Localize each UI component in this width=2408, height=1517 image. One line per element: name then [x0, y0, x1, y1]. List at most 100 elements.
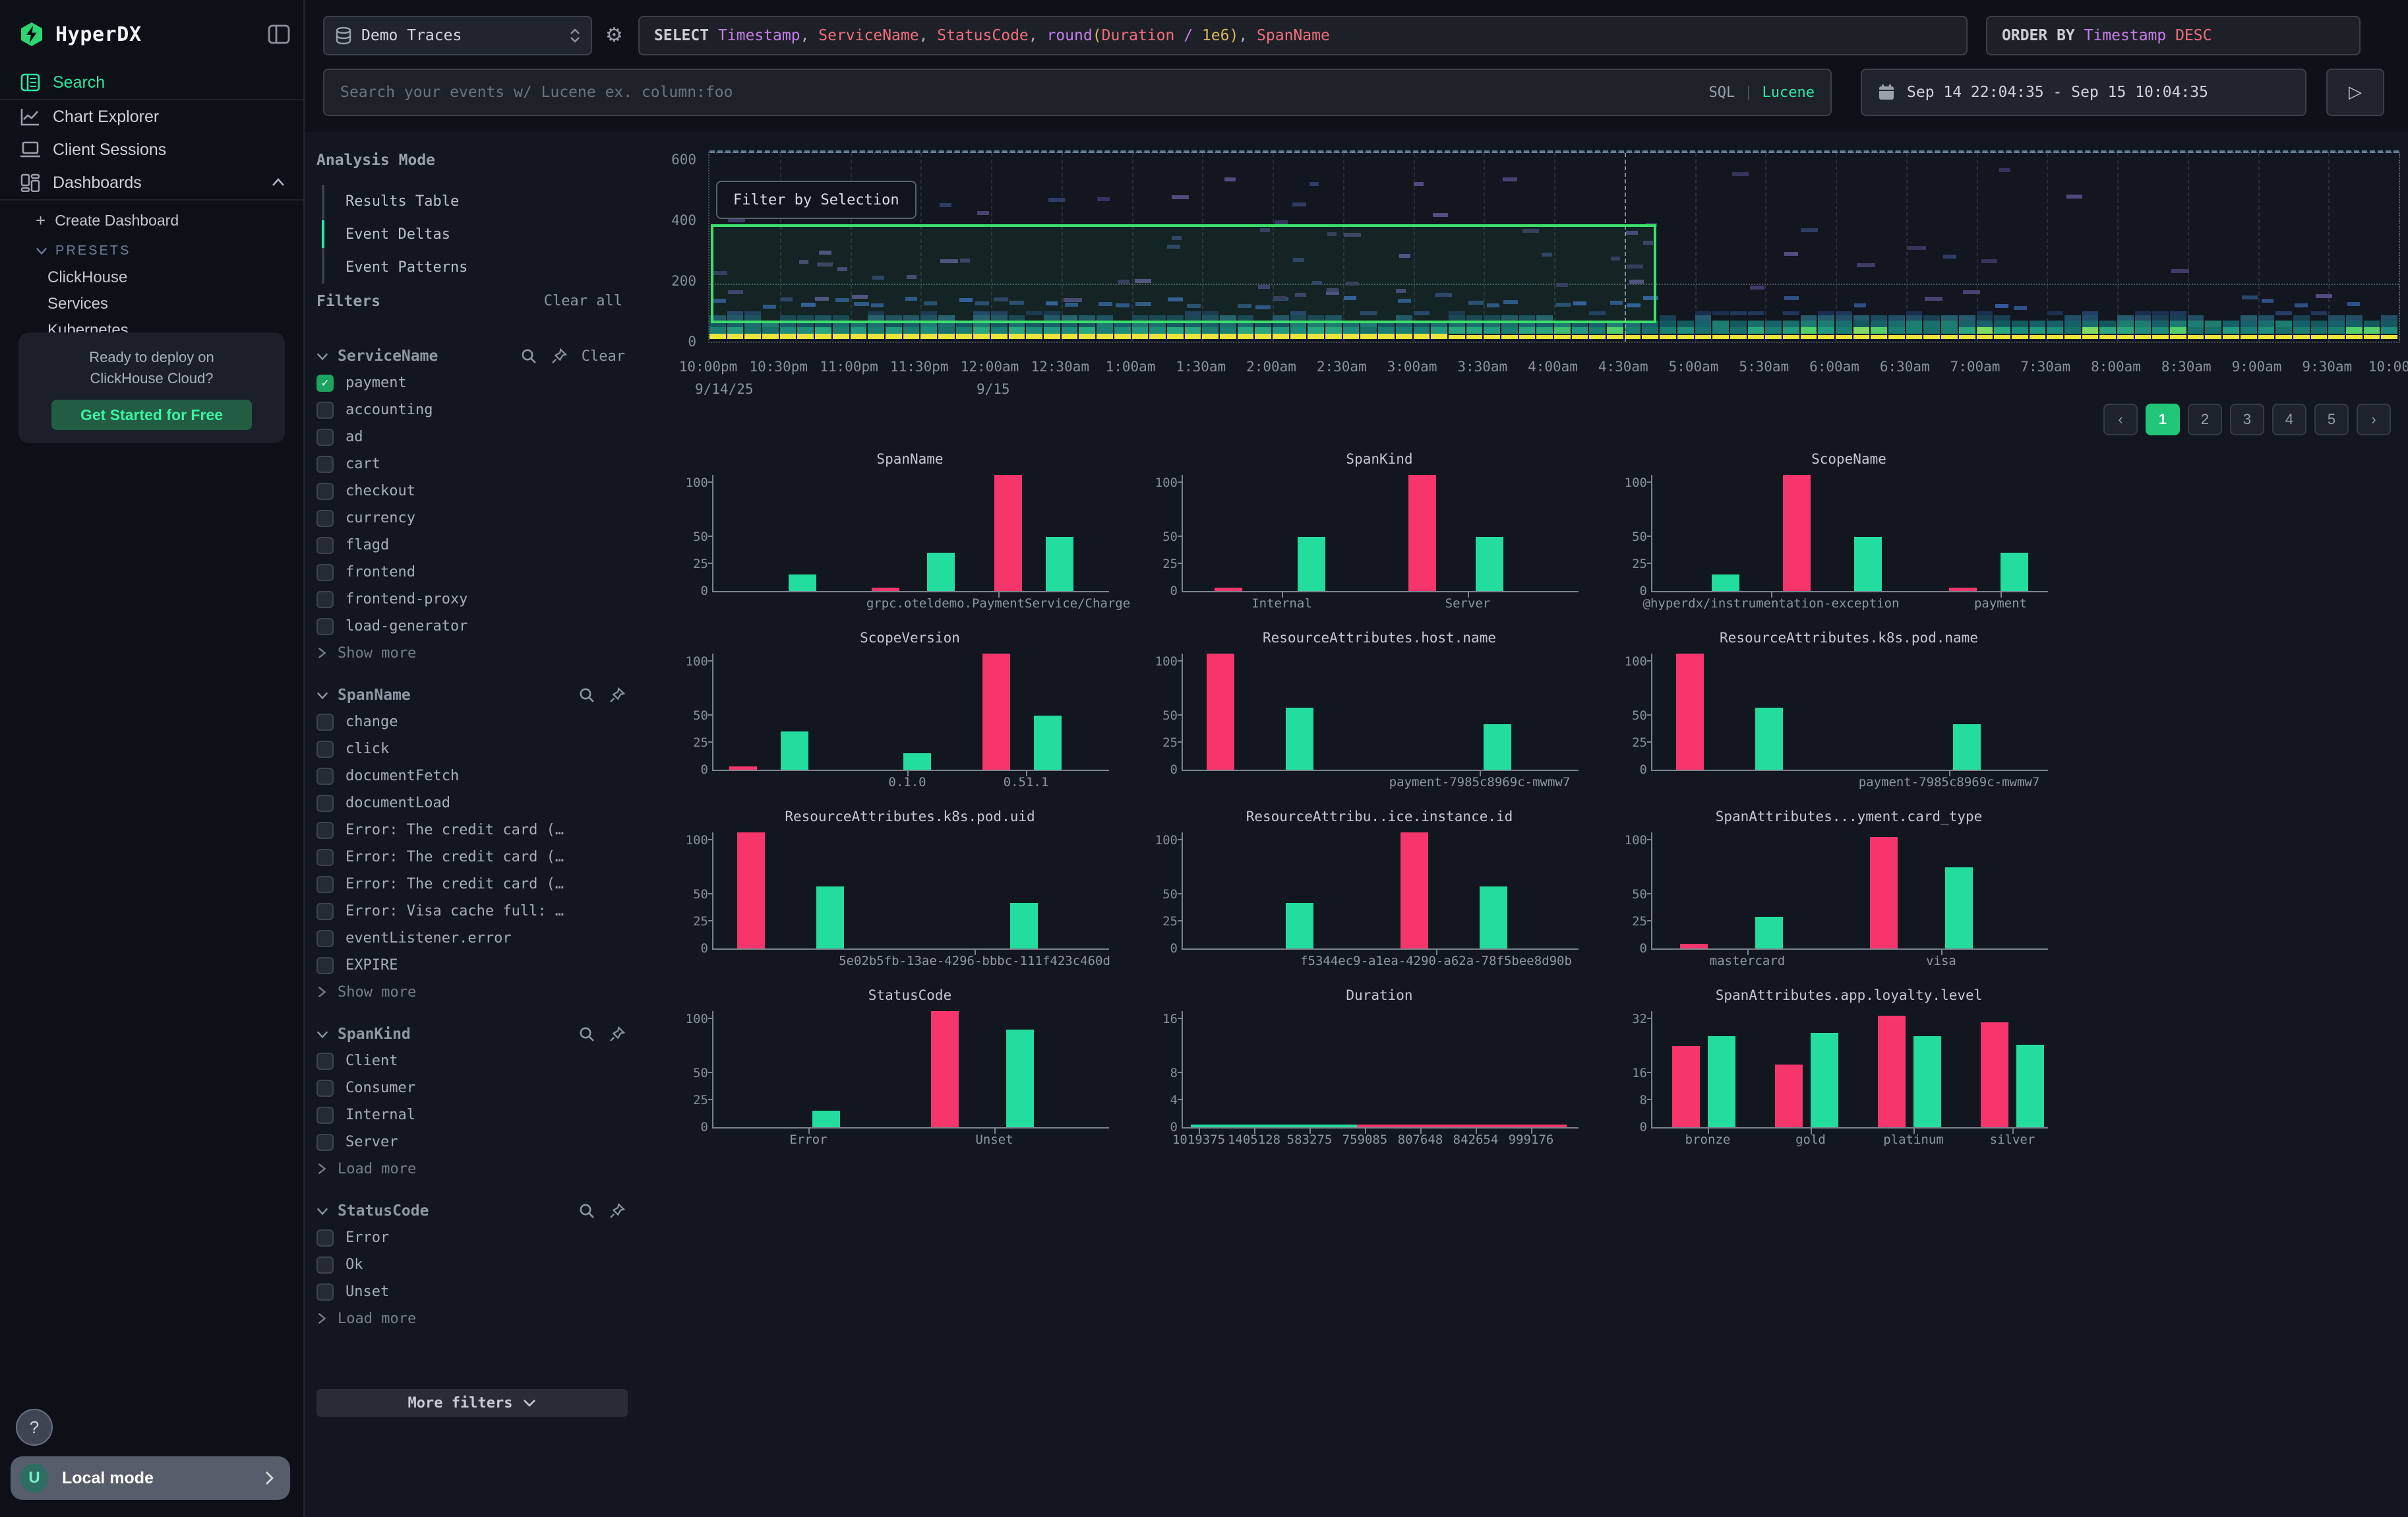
- pagination-next-button[interactable]: ›: [2357, 404, 2391, 435]
- clear-all-button[interactable]: Clear all: [544, 293, 622, 310]
- filter-checkbox-frontend-proxy[interactable]: frontend-proxy: [316, 586, 630, 613]
- sidebar-item-search[interactable]: Search: [0, 66, 303, 99]
- search-icon[interactable]: [579, 1203, 595, 1219]
- search-icon[interactable]: [579, 687, 595, 703]
- chevron-down-icon[interactable]: [316, 689, 328, 701]
- pagination-prev-button[interactable]: ‹: [2103, 404, 2138, 435]
- filter-checkbox-accounting[interactable]: accounting: [316, 396, 630, 423]
- pagination-page-1[interactable]: 1: [2146, 404, 2180, 435]
- checkbox[interactable]: [316, 903, 334, 920]
- show-more-button[interactable]: Load more: [316, 1305, 630, 1332]
- gear-icon[interactable]: ⚙: [605, 24, 623, 47]
- checkbox[interactable]: [316, 849, 334, 866]
- filter-checkbox-error-the-credit-card-[interactable]: Error: The credit card (…: [316, 871, 630, 898]
- checkbox[interactable]: [316, 1053, 334, 1070]
- checkbox[interactable]: [316, 1284, 334, 1301]
- filter-checkbox-unset[interactable]: Unset: [316, 1278, 630, 1305]
- create-dashboard-button[interactable]: +Create Dashboard: [0, 210, 303, 231]
- local-mode-button[interactable]: U Local mode: [11, 1456, 290, 1500]
- show-more-button[interactable]: Show more: [316, 640, 630, 666]
- chevron-down-icon[interactable]: [316, 1205, 328, 1217]
- checkbox[interactable]: [316, 456, 334, 473]
- filter-checkbox-click[interactable]: click: [316, 735, 630, 762]
- checkbox[interactable]: [316, 957, 334, 974]
- pagination-page-5[interactable]: 5: [2314, 404, 2349, 435]
- filter-checkbox-load-generator[interactable]: load-generator: [316, 613, 630, 640]
- checkbox[interactable]: [316, 537, 334, 554]
- tab-results-table[interactable]: Results Table: [324, 185, 467, 218]
- pin-icon[interactable]: [551, 348, 567, 364]
- source-selector[interactable]: Demo Traces: [323, 16, 592, 55]
- pagination-page-3[interactable]: 3: [2230, 404, 2264, 435]
- chevron-down-icon[interactable]: [316, 1028, 328, 1040]
- checkbox-checked[interactable]: ✓: [316, 375, 334, 392]
- sidebar-collapse-icon[interactable]: [268, 24, 290, 44]
- filter-checkbox-flagd[interactable]: flagd: [316, 532, 630, 559]
- filter-checkbox-change[interactable]: change: [316, 708, 630, 735]
- filter-checkbox-error-the-credit-card-[interactable]: Error: The credit card (…: [316, 817, 630, 844]
- checkbox[interactable]: [316, 1256, 334, 1274]
- clear-filter-button[interactable]: Clear: [582, 348, 625, 365]
- toggle-lucene[interactable]: Lucene: [1762, 84, 1815, 101]
- filter-checkbox-eventlistener-error[interactable]: eventListener.error: [316, 925, 630, 952]
- filter-checkbox-ok[interactable]: Ok: [316, 1251, 630, 1278]
- more-filters-button[interactable]: More filters: [316, 1389, 628, 1417]
- pagination-page-2[interactable]: 2: [2188, 404, 2222, 435]
- help-button[interactable]: ?: [16, 1409, 53, 1446]
- checkbox[interactable]: [316, 402, 334, 419]
- sidebar-item-chart-explorer[interactable]: Chart Explorer: [0, 99, 303, 133]
- time-range-picker[interactable]: Sep 14 22:04:35 - Sep 15 10:04:35: [1861, 69, 2306, 116]
- filter-by-selection-button[interactable]: Filter by Selection: [716, 181, 917, 219]
- chevron-up-icon[interactable]: [272, 176, 285, 189]
- chevron-down-icon[interactable]: [316, 350, 328, 362]
- checkbox[interactable]: [316, 1134, 334, 1151]
- filter-checkbox-documentfetch[interactable]: documentFetch: [316, 762, 630, 789]
- checkbox[interactable]: [316, 483, 334, 500]
- sidebar-item-dashboards[interactable]: Dashboards: [0, 166, 303, 201]
- heatmap-selection-box[interactable]: [711, 224, 1656, 323]
- checkbox[interactable]: [316, 768, 334, 785]
- filter-checkbox-currency[interactable]: currency: [316, 505, 630, 532]
- checkbox[interactable]: [316, 741, 334, 758]
- pin-icon[interactable]: [609, 1026, 625, 1042]
- presets-toggle[interactable]: PRESETS: [0, 240, 303, 261]
- filter-checkbox-internal[interactable]: Internal: [316, 1101, 630, 1129]
- filter-checkbox-expire[interactable]: EXPIRE: [316, 952, 630, 979]
- get-started-button[interactable]: Get Started for Free: [51, 400, 252, 430]
- filter-checkbox-error-the-credit-card-[interactable]: Error: The credit card (…: [316, 844, 630, 871]
- checkbox[interactable]: [316, 795, 334, 812]
- events-heatmap[interactable]: [708, 152, 2400, 343]
- filter-checkbox-consumer[interactable]: Consumer: [316, 1074, 630, 1101]
- pin-icon[interactable]: [609, 687, 625, 703]
- pin-icon[interactable]: [609, 1203, 625, 1219]
- checkbox[interactable]: [316, 564, 334, 581]
- filter-checkbox-frontend[interactable]: frontend: [316, 559, 630, 586]
- sidebar-preset-clickhouse[interactable]: ClickHouse: [0, 268, 303, 288]
- checkbox[interactable]: [316, 930, 334, 947]
- filter-checkbox-documentload[interactable]: documentLoad: [316, 789, 630, 817]
- tab-event-deltas[interactable]: Event Deltas: [324, 218, 467, 251]
- checkbox[interactable]: [316, 822, 334, 839]
- checkbox[interactable]: [316, 1229, 334, 1247]
- checkbox[interactable]: [316, 429, 334, 446]
- show-more-button[interactable]: Load more: [316, 1156, 630, 1182]
- sidebar-item-client-sessions[interactable]: Client Sessions: [0, 133, 303, 166]
- checkbox[interactable]: [316, 591, 334, 608]
- filter-checkbox-error[interactable]: Error: [316, 1224, 630, 1251]
- search-icon[interactable]: [521, 348, 537, 364]
- checkbox[interactable]: [316, 1080, 334, 1097]
- run-query-button[interactable]: ▷: [2326, 69, 2384, 116]
- tab-event-patterns[interactable]: Event Patterns: [324, 251, 467, 284]
- checkbox[interactable]: [316, 714, 334, 731]
- sql-orderby-editor[interactable]: ORDER BY Timestamp DESC: [1986, 16, 2361, 55]
- checkbox[interactable]: [316, 618, 334, 635]
- checkbox[interactable]: [316, 510, 334, 527]
- sql-select-editor[interactable]: SELECT Timestamp, ServiceName, StatusCod…: [638, 16, 1968, 55]
- filter-checkbox-error-visa-cache-full-[interactable]: Error: Visa cache full: …: [316, 898, 630, 925]
- filter-checkbox-ad[interactable]: ad: [316, 423, 630, 450]
- checkbox[interactable]: [316, 1107, 334, 1124]
- show-more-button[interactable]: Show more: [316, 979, 630, 1005]
- filter-checkbox-payment[interactable]: ✓payment: [316, 369, 630, 396]
- search-input[interactable]: Search your events w/ Lucene ex. column:…: [323, 69, 1832, 116]
- filter-checkbox-checkout[interactable]: checkout: [316, 478, 630, 505]
